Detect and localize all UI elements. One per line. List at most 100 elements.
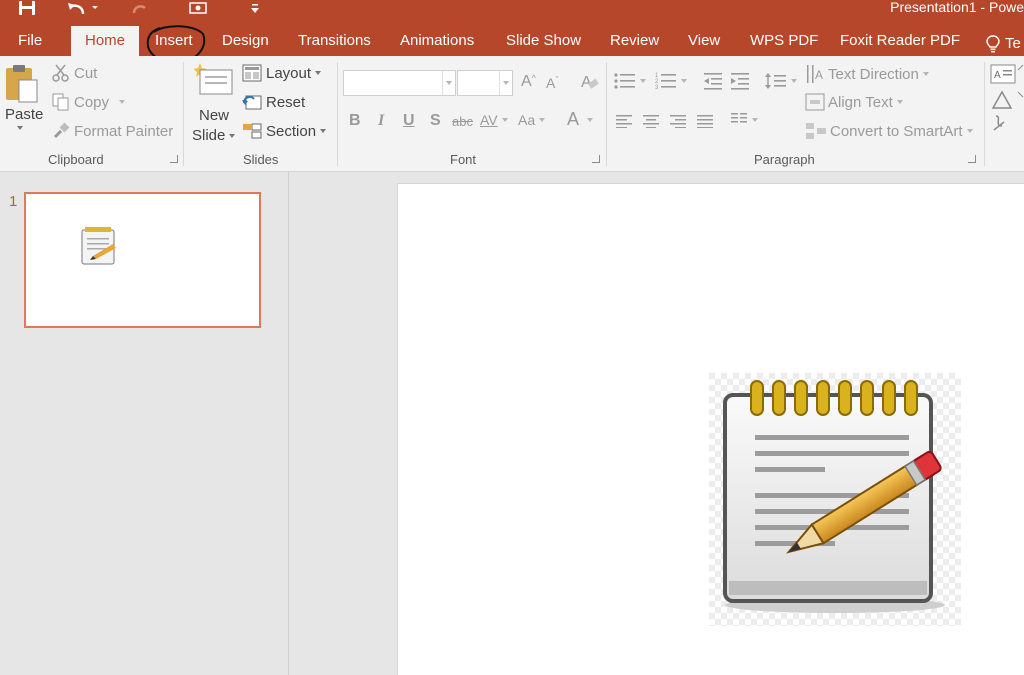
tab-review[interactable]: Review <box>610 32 659 56</box>
align-center-icon[interactable] <box>642 114 660 128</box>
text-shadow-button[interactable]: S <box>430 112 441 130</box>
align-right-icon[interactable] <box>669 114 687 128</box>
ribbon-tabs: File Home Insert Design Transitions Anim… <box>0 24 1024 56</box>
tab-tell-me[interactable]: Te <box>986 32 1021 56</box>
tab-foxit-reader-pdf[interactable]: Foxit Reader PDF <box>840 32 960 56</box>
columns-icon <box>731 113 747 123</box>
group-separator <box>606 62 607 166</box>
paragraph-group-label: Paragraph <box>754 152 815 167</box>
text-direction-button[interactable]: A Text Direction <box>805 64 929 84</box>
ribbon: Paste Cut Copy Format Painter Clipboard … <box>0 56 1024 172</box>
bullets-button[interactable] <box>614 72 646 90</box>
font-color-label: A <box>567 109 580 129</box>
tab-file[interactable]: File <box>18 32 42 56</box>
justify-icon[interactable] <box>696 114 714 128</box>
paragraph-dialog-launcher-icon[interactable] <box>968 155 976 163</box>
window-title: Presentation1 - Powe <box>890 0 1024 15</box>
format-painter-label: Format Painter <box>74 122 174 140</box>
new-slide-button[interactable] <box>194 62 234 96</box>
paste-dropdown[interactable] <box>17 126 23 130</box>
new-slide-icon <box>194 63 233 95</box>
group-separator <box>984 62 985 166</box>
tab-view[interactable]: View <box>688 32 720 56</box>
format-painter-button[interactable]: Format Painter <box>52 122 173 140</box>
numbering-button[interactable]: 123 <box>655 72 687 90</box>
notepad-thumbnail-image <box>81 227 116 265</box>
tell-me-label: Te <box>1005 35 1021 52</box>
lightbulb-icon <box>986 35 1000 53</box>
font-group-label: Font <box>450 152 477 167</box>
font-dialog-launcher-icon[interactable] <box>592 155 600 163</box>
copy-icon <box>52 93 69 111</box>
font-name-dropdown-icon[interactable] <box>442 71 455 95</box>
section-icon <box>243 123 262 139</box>
smartart-icon <box>806 123 826 139</box>
qat-customize-icon[interactable] <box>248 0 262 18</box>
clear-formatting-icon[interactable]: A <box>580 72 600 92</box>
reset-button[interactable]: Reset <box>242 93 305 111</box>
font-color-button[interactable]: A <box>567 109 594 130</box>
new-slide-label-2: Slide <box>192 127 236 144</box>
change-case-label: Aa <box>518 112 536 128</box>
font-size-combobox[interactable] <box>457 70 513 96</box>
section-button[interactable]: Section <box>242 122 327 140</box>
copy-button[interactable]: Copy <box>52 93 126 111</box>
text-direction-icon: A <box>807 65 823 83</box>
increase-font-size-icon[interactable]: A ^ <box>521 73 536 91</box>
tab-transitions[interactable]: Transitions <box>298 32 371 56</box>
redo-icon[interactable] <box>128 0 150 18</box>
paintbrush-icon <box>53 122 70 139</box>
svg-text:A: A <box>994 70 1001 81</box>
powerpoint-window: Presentation1 - Powe File Home Insert De… <box>0 0 1024 675</box>
title-bar: Presentation1 - Powe <box>0 0 1024 24</box>
notepad-picture[interactable] <box>709 373 961 626</box>
cut-button[interactable]: Cut <box>52 64 97 82</box>
underline-button[interactable]: U <box>403 112 415 130</box>
strikethrough-button[interactable]: abc <box>452 114 473 129</box>
align-text-icon <box>805 93 825 111</box>
numbering-icon: 123 <box>655 73 676 90</box>
slides-group-label: Slides <box>243 152 279 167</box>
shapes-gallery-icon: A <box>990 64 1024 131</box>
paste-button[interactable] <box>4 64 40 104</box>
clipboard-dialog-launcher-icon[interactable] <box>170 155 178 163</box>
decrease-font-size-icon[interactable]: Aˇ <box>546 75 558 91</box>
slide-number: 1 <box>9 193 18 210</box>
tab-insert[interactable]: Insert <box>155 32 193 56</box>
bold-button[interactable]: B <box>349 112 361 130</box>
group-separator <box>183 62 184 166</box>
font-size-dropdown-icon[interactable] <box>499 71 512 95</box>
text-direction-label: Text Direction <box>828 65 919 83</box>
align-text-label: Align Text <box>828 93 893 111</box>
character-spacing-label: AV <box>480 112 498 128</box>
section-label: Section <box>266 122 317 140</box>
line-spacing-icon <box>765 73 786 89</box>
layout-button[interactable]: Layout <box>242 64 322 82</box>
tab-home[interactable]: Home <box>71 26 140 56</box>
layout-icon <box>242 64 262 82</box>
decrease-indent-icon[interactable] <box>703 72 723 90</box>
font-name-combobox[interactable] <box>343 70 456 96</box>
presenter-icon[interactable] <box>186 0 210 18</box>
italic-button[interactable]: I <box>378 112 384 130</box>
align-left-icon[interactable] <box>615 114 633 128</box>
columns-button[interactable] <box>730 112 758 128</box>
increase-indent-icon[interactable] <box>730 72 750 90</box>
svg-text:3: 3 <box>655 85 659 90</box>
line-spacing-button[interactable] <box>765 72 797 90</box>
new-slide-label-1: New <box>199 107 230 124</box>
group-separator <box>337 62 338 166</box>
save-icon[interactable] <box>16 0 38 18</box>
change-case-button[interactable]: Aa <box>518 112 546 128</box>
layout-label: Layout <box>266 64 312 82</box>
tab-design[interactable]: Design <box>222 32 269 56</box>
slide-thumbnail[interactable] <box>24 192 261 328</box>
tab-wps-pdf[interactable]: WPS PDF <box>750 32 818 56</box>
tab-slide-show[interactable]: Slide Show <box>506 32 581 56</box>
character-spacing-button[interactable]: AV <box>480 112 508 128</box>
convert-to-smartart-button[interactable]: Convert to SmartArt <box>805 122 973 140</box>
undo-icon[interactable] <box>64 0 100 18</box>
shapes-gallery[interactable]: A <box>990 64 1024 136</box>
tab-animations[interactable]: Animations <box>400 32 474 56</box>
align-text-button[interactable]: Align Text <box>805 93 903 111</box>
